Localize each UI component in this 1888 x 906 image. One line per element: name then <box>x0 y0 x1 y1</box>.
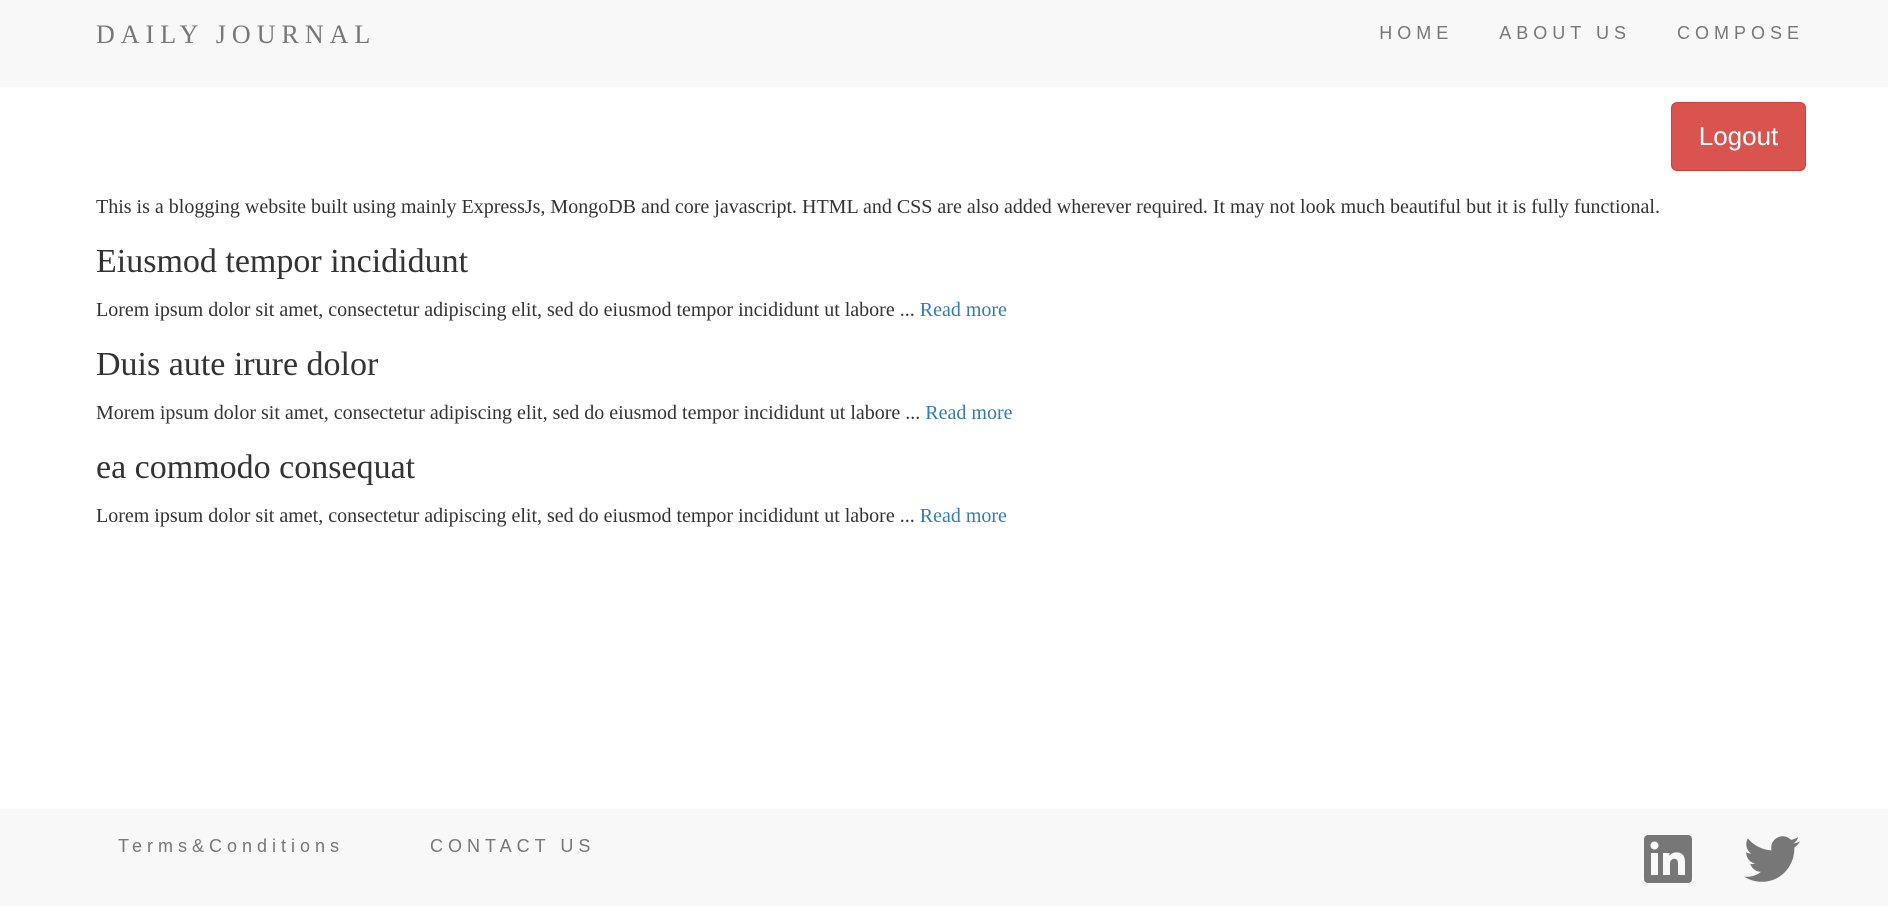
post-excerpt: Lorem ipsum dolor sit amet, consectetur … <box>96 296 1806 324</box>
contact-link[interactable]: CONTACT US <box>430 836 595 857</box>
brand-logo[interactable]: DAILY JOURNAL <box>96 20 376 50</box>
post-excerpt-text: Lorem ipsum dolor sit amet, consectetur … <box>96 299 920 321</box>
nav-about-link[interactable]: ABOUT US <box>1499 23 1631 44</box>
post-excerpt: Morem ipsum dolor sit amet, consectetur … <box>96 399 1806 427</box>
navbar: DAILY JOURNAL HOME ABOUT US COMPOSE <box>0 0 1888 87</box>
read-more-link[interactable]: Read more <box>920 505 1007 527</box>
terms-link[interactable]: Terms&Conditions <box>118 836 344 857</box>
footer: Terms&Conditions CONTACT US <box>0 809 1888 906</box>
post-excerpt: Lorem ipsum dolor sit amet, consectetur … <box>96 502 1806 530</box>
post-item: Eiusmod tempor incididunt Lorem ipsum do… <box>96 241 1806 324</box>
intro-text: This is a blogging website built using m… <box>96 196 1660 218</box>
post-item: Duis aute irure dolor Morem ipsum dolor … <box>96 344 1806 427</box>
post-title: Eiusmod tempor incididunt <box>96 243 469 280</box>
main-content: This is a blogging website built using m… <box>96 193 1806 530</box>
post-title: ea commodo consequat <box>96 449 416 486</box>
nav-home-link[interactable]: HOME <box>1379 23 1453 44</box>
post-excerpt-text: Lorem ipsum dolor sit amet, consectetur … <box>96 505 920 527</box>
post-excerpt-text: Morem ipsum dolor sit amet, consectetur … <box>96 402 926 424</box>
post-item: ea commodo consequat Lorem ipsum dolor s… <box>96 447 1806 530</box>
linkedin-icon[interactable] <box>1644 835 1692 883</box>
nav-compose-link[interactable]: COMPOSE <box>1677 23 1804 44</box>
read-more-link[interactable]: Read more <box>920 299 1007 321</box>
logout-button[interactable]: Logout <box>1671 102 1806 171</box>
post-title: Duis aute irure dolor <box>96 346 379 383</box>
read-more-link[interactable]: Read more <box>925 402 1012 424</box>
twitter-icon[interactable] <box>1744 835 1801 883</box>
nav-menu: HOME ABOUT US COMPOSE <box>1379 23 1804 44</box>
